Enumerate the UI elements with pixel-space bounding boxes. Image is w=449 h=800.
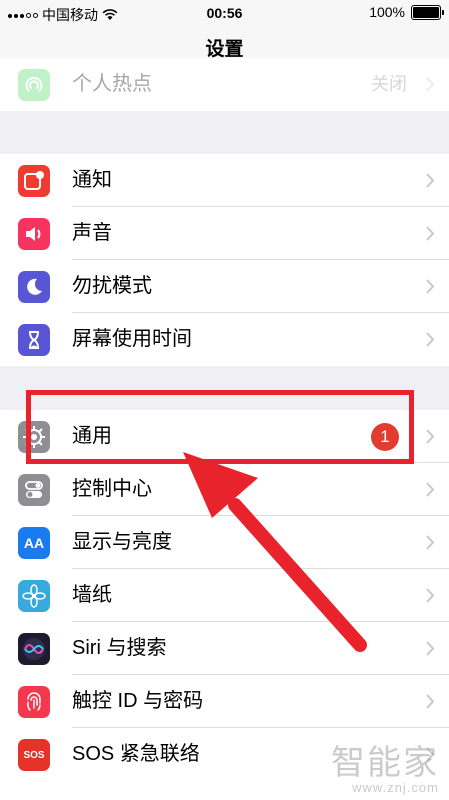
watermark-main: 智能家	[331, 744, 439, 782]
sound-icon	[18, 218, 50, 250]
settings-row-personal-hotspot[interactable]: 个人热点 关闭	[0, 58, 449, 111]
chevron-right-icon	[426, 332, 435, 347]
watermark: 智能家 www.znj.com	[331, 735, 439, 795]
hourglass-icon	[18, 324, 50, 356]
notification-icon	[18, 165, 50, 197]
chevron-right-icon	[426, 77, 435, 92]
row-label: Siri 与搜索	[72, 637, 167, 659]
row-label: 屏幕使用时间	[72, 328, 192, 350]
row-label: 墙纸	[72, 584, 112, 606]
moon-icon	[18, 271, 50, 303]
settings-row-wallpaper[interactable]: 墙纸	[0, 569, 449, 622]
flower-icon	[18, 580, 50, 612]
sos-icon: SOS	[18, 739, 50, 771]
row-label: SOS 紧急联络	[72, 743, 200, 765]
chevron-right-icon	[426, 226, 435, 241]
settings-row-touch-id-passcode[interactable]: 触控 ID 与密码	[0, 675, 449, 728]
chevron-right-icon	[426, 588, 435, 603]
row-label: 显示与亮度	[72, 531, 172, 553]
chevron-right-icon	[426, 535, 435, 550]
row-label: 通知	[72, 169, 112, 191]
settings-row-screen-time[interactable]: 屏幕使用时间	[0, 313, 449, 366]
settings-group-network: 个人热点 关闭	[0, 58, 449, 111]
status-bar: 中国移动 00:56 100%	[0, 0, 449, 26]
chevron-right-icon	[426, 482, 435, 497]
settings-group-notifications: 通知 声音 勿扰模式 屏幕使用时间	[0, 154, 449, 366]
siri-icon	[18, 633, 50, 665]
battery-icon	[411, 4, 444, 20]
row-label: 声音	[72, 222, 112, 244]
row-label: 个人热点	[72, 73, 152, 95]
row-label: 控制中心	[72, 478, 152, 500]
row-label: 触控 ID 与密码	[72, 690, 204, 712]
chevron-right-icon	[426, 173, 435, 188]
row-label: 勿扰模式	[72, 275, 152, 297]
settings-row-display-brightness[interactable]: AA 显示与亮度	[0, 516, 449, 569]
settings-row-do-not-disturb[interactable]: 勿扰模式	[0, 260, 449, 313]
chevron-right-icon	[426, 429, 435, 444]
highlight-box	[26, 390, 414, 464]
settings-row-notifications[interactable]: 通知	[0, 154, 449, 207]
text-size-icon: AA	[18, 527, 50, 559]
fingerprint-icon	[18, 686, 50, 718]
status-right: 100%	[369, 4, 444, 20]
battery-percent: 100%	[369, 4, 405, 20]
page-title: 设置	[205, 39, 244, 60]
watermark-url: www.znj.com	[352, 780, 439, 795]
settings-row-control-center[interactable]: 控制中心	[0, 463, 449, 516]
chevron-right-icon	[426, 694, 435, 709]
settings-row-siri-search[interactable]: Siri 与搜索	[0, 622, 449, 675]
chevron-right-icon	[426, 279, 435, 294]
chevron-right-icon	[426, 641, 435, 656]
toggle-icon	[18, 474, 50, 506]
hotspot-icon	[18, 69, 50, 101]
row-value: 关闭	[371, 74, 407, 94]
settings-row-sounds[interactable]: 声音	[0, 207, 449, 260]
